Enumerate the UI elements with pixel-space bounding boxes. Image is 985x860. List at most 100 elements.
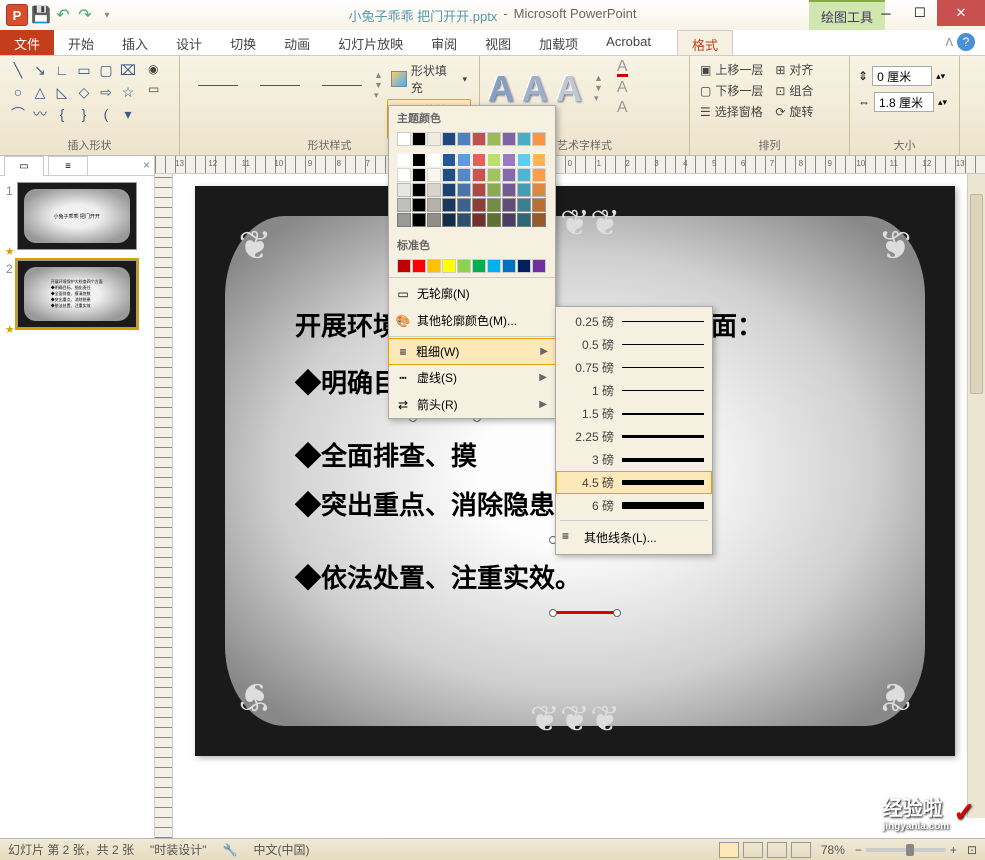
color-swatch[interactable] <box>397 153 411 167</box>
gallery-more-icon[interactable]: ▾ <box>374 90 383 101</box>
tab-acrobat[interactable]: Acrobat <box>592 30 665 55</box>
shape-freeform-icon[interactable]: 〰 <box>30 104 50 124</box>
bring-forward-button[interactable]: ▣上移一层 <box>698 60 765 79</box>
shape-brace2-icon[interactable]: } <box>74 104 94 124</box>
color-swatch[interactable] <box>472 213 486 227</box>
tab-format[interactable]: 格式 <box>677 30 733 55</box>
color-swatch[interactable] <box>457 259 471 273</box>
style-sample[interactable] <box>188 60 248 110</box>
weight-item[interactable]: ≡粗细(W)▶ <box>388 338 556 365</box>
gallery-more-icon[interactable]: ▾ <box>594 93 603 104</box>
group-button[interactable]: ⊡组合 <box>773 81 815 100</box>
color-swatch[interactable] <box>517 153 531 167</box>
shape-roundrect-icon[interactable]: ▢ <box>96 60 116 80</box>
weight-option[interactable]: 4.5 磅 <box>556 471 712 494</box>
color-swatch[interactable] <box>487 153 501 167</box>
rotate-button[interactable]: ⟳旋转 <box>773 102 815 121</box>
text-outline-icon[interactable]: A <box>617 79 628 97</box>
weight-option[interactable]: 0.75 磅 <box>556 356 712 379</box>
color-swatch[interactable] <box>457 153 471 167</box>
weight-option[interactable]: 3 磅 <box>556 448 712 471</box>
color-swatch[interactable] <box>517 213 531 227</box>
wordart-style[interactable]: A <box>556 68 582 110</box>
shape-curve-icon[interactable]: ⌒ <box>8 104 28 124</box>
text-fill-icon[interactable]: A <box>617 60 628 77</box>
color-swatch[interactable] <box>532 132 546 146</box>
vertical-scrollbar[interactable] <box>967 174 985 818</box>
dashes-item[interactable]: ┅虚线(S)▶ <box>389 364 555 391</box>
zoom-slider[interactable] <box>866 848 946 852</box>
zoom-level[interactable]: 78% <box>821 843 845 857</box>
color-swatch[interactable] <box>427 213 441 227</box>
gallery-down-icon[interactable]: ▼ <box>594 83 603 93</box>
color-swatch[interactable] <box>442 259 456 273</box>
weight-option[interactable]: 1 磅 <box>556 379 712 402</box>
fit-window-icon[interactable]: ⊡ <box>967 843 977 857</box>
color-swatch[interactable] <box>502 259 516 273</box>
wordart-style[interactable]: A <box>522 68 548 110</box>
qat-more-icon[interactable]: ▾ <box>98 6 116 24</box>
shape-line-selected[interactable] <box>555 611 615 614</box>
shape-line-icon[interactable]: ╲ <box>8 60 28 80</box>
color-swatch[interactable] <box>442 168 456 182</box>
shape-fill-button[interactable]: 形状填充▾ <box>387 60 471 98</box>
edit-shape-button[interactable]: ◉ <box>144 60 163 78</box>
weight-option[interactable]: 6 磅 <box>556 494 712 517</box>
gallery-up-icon[interactable]: ▲ <box>374 70 383 80</box>
color-swatch[interactable] <box>517 183 531 197</box>
color-swatch[interactable] <box>412 213 426 227</box>
color-swatch[interactable] <box>427 198 441 212</box>
zoom-in-icon[interactable]: + <box>950 843 957 857</box>
color-swatch[interactable] <box>517 198 531 212</box>
zoom-thumb[interactable] <box>906 844 914 856</box>
tab-animations[interactable]: 动画 <box>270 30 324 55</box>
color-swatch[interactable] <box>517 132 531 146</box>
color-swatch[interactable] <box>502 213 516 227</box>
width-input[interactable] <box>874 92 934 112</box>
spinner-icon[interactable]: ▴▾ <box>938 97 947 108</box>
gallery-down-icon[interactable]: ▼ <box>374 80 383 90</box>
undo-icon[interactable]: ↶ <box>54 6 72 24</box>
color-swatch[interactable] <box>472 183 486 197</box>
save-icon[interactable]: 💾 <box>32 6 50 24</box>
weight-option[interactable]: 0.25 磅 <box>556 310 712 333</box>
color-swatch[interactable] <box>502 168 516 182</box>
weight-option[interactable]: 0.5 磅 <box>556 333 712 356</box>
normal-view-button[interactable] <box>719 842 739 858</box>
shape-diamond-icon[interactable]: ◇ <box>74 82 94 102</box>
no-outline-item[interactable]: ▭无轮廓(N) <box>389 280 555 307</box>
shapes-gallery[interactable]: ╲ ↘ ∟ ▭ ▢ ⌧ ○ △ ◺ ◇ ⇨ ☆ ⌒ 〰 { } ( ▾ <box>8 60 138 124</box>
shape-more-icon[interactable]: ▾ <box>118 104 138 124</box>
weight-option[interactable]: 2.25 磅 <box>556 425 712 448</box>
color-swatch[interactable] <box>427 259 441 273</box>
shape-oval-icon[interactable]: ○ <box>8 82 28 102</box>
tab-insert[interactable]: 插入 <box>108 30 162 55</box>
slides-tab[interactable]: ▭ <box>4 156 44 176</box>
color-swatch[interactable] <box>457 213 471 227</box>
language-status[interactable]: 中文(中国) <box>254 841 310 858</box>
color-swatch[interactable] <box>412 259 426 273</box>
color-swatch[interactable] <box>472 259 486 273</box>
color-swatch[interactable] <box>412 153 426 167</box>
color-swatch[interactable] <box>442 183 456 197</box>
collapse-ribbon-icon[interactable]: ᐱ <box>945 36 953 49</box>
app-icon[interactable]: P <box>6 4 28 26</box>
shape-triangle-icon[interactable]: △ <box>30 82 50 102</box>
color-swatch[interactable] <box>427 183 441 197</box>
color-swatch[interactable] <box>472 198 486 212</box>
tab-view[interactable]: 视图 <box>471 30 525 55</box>
spinner-icon[interactable]: ▴▾ <box>936 71 945 82</box>
color-swatch[interactable] <box>412 198 426 212</box>
slideshow-view-button[interactable] <box>791 842 811 858</box>
style-gallery[interactable]: ▲ ▼ ▾ <box>188 60 383 110</box>
shape-connector-icon[interactable]: ∟ <box>52 60 72 80</box>
color-swatch[interactable] <box>397 168 411 182</box>
color-swatch[interactable] <box>427 168 441 182</box>
color-swatch[interactable] <box>457 168 471 182</box>
spell-check-icon[interactable]: 🔧 <box>223 843 238 857</box>
color-swatch[interactable] <box>487 168 501 182</box>
shape-arrow-icon[interactable]: ↘ <box>30 60 50 80</box>
shape-brace-icon[interactable]: { <box>52 104 72 124</box>
color-swatch[interactable] <box>502 153 516 167</box>
textbox-button[interactable]: ▭ <box>144 80 163 98</box>
